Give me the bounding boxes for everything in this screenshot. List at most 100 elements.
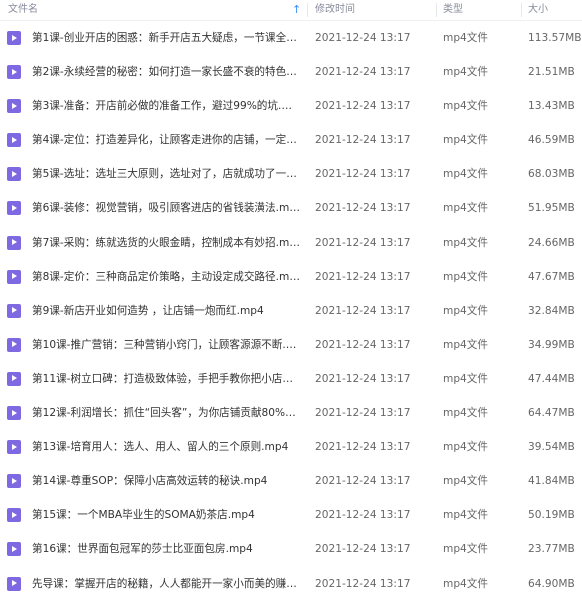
file-type: mp4文件: [443, 304, 488, 317]
column-divider[interactable]: [436, 3, 437, 17]
file-name: 第10课-推广营销：三种营销小窍门，让顾客源源不断.mp4: [32, 338, 300, 351]
file-list: 第1课-创业开店的困惑：新手开店五大疑虑，一节课全部解决.mp4 2021-12-…: [0, 21, 582, 601]
file-size: 46.59MB: [528, 134, 575, 147]
column-header-date[interactable]: 修改时间: [315, 0, 355, 20]
file-name: 第11课-树立口碑：打造极致体验，手把手教你把小店做成网红店.mp4: [32, 372, 300, 385]
file-list-header: 文件名 ↑ 修改时间 类型 大小: [0, 0, 582, 21]
file-modified-date: 2021-12-24 13:17: [315, 100, 411, 113]
file-type: mp4文件: [443, 407, 488, 420]
file-type: mp4文件: [443, 270, 488, 283]
file-name: 第14课-尊重SOP：保障小店高效运转的秘诀.mp4: [32, 475, 268, 488]
video-file-icon: [7, 508, 21, 523]
file-name: 第6课-装修：视觉营销，吸引顾客进店的省钱装潢法.mp4: [32, 202, 300, 215]
file-size: 64.47MB: [528, 407, 575, 420]
file-name: 先导课：掌握开店的秘籍，人人都能开一家小而美的赚钱小店.mp4: [32, 577, 300, 590]
file-row[interactable]: 第4课-定位：打造差异化，让顾客走进你的店铺，一定要知道.mp4 2021-12-…: [0, 123, 582, 157]
file-type: mp4文件: [443, 100, 488, 113]
file-type: mp4文件: [443, 475, 488, 488]
file-size: 24.66MB: [528, 236, 575, 249]
video-file-icon: [7, 337, 21, 352]
file-type: mp4文件: [443, 509, 488, 522]
file-row[interactable]: 第7课-采购：练就选货的火眼金睛，控制成本有妙招.mp4 2021-12-24 1…: [0, 226, 582, 260]
file-row[interactable]: 第6课-装修：视觉营销，吸引顾客进店的省钱装潢法.mp4 2021-12-24 1…: [0, 191, 582, 225]
file-row[interactable]: 第11课-树立口碑：打造极致体验，手把手教你把小店做成网红店.mp4 2021-1…: [0, 362, 582, 396]
file-size: 41.84MB: [528, 475, 575, 488]
file-row[interactable]: 第9课-新店开业如何造势 ，让店铺一炮而红.mp4 2021-12-24 13:1…: [0, 294, 582, 328]
file-modified-date: 2021-12-24 13:17: [315, 270, 411, 283]
video-file-icon: [7, 65, 21, 80]
file-row[interactable]: 第15课：一个MBA毕业生的SOMA奶茶店.mp4 2021-12-24 13:1…: [0, 498, 582, 532]
file-size: 51.95MB: [528, 202, 575, 215]
file-modified-date: 2021-12-24 13:17: [315, 372, 411, 385]
file-size: 113.57MB: [528, 32, 582, 44]
file-row[interactable]: 第8课-定价：三种商品定价策略，主动设定成交路径.mp4 2021-12-24 1…: [0, 260, 582, 294]
video-file-icon: [7, 371, 21, 386]
file-type: mp4文件: [443, 134, 488, 147]
file-size: 13.43MB: [528, 100, 575, 113]
file-modified-date: 2021-12-24 13:17: [315, 202, 411, 215]
column-divider[interactable]: [307, 3, 308, 17]
file-type: mp4文件: [443, 168, 488, 181]
file-name: 第3课-准备：开店前必做的准备工作，避过99%的坑.mp4: [32, 100, 300, 113]
file-modified-date: 2021-12-24 13:17: [315, 304, 411, 317]
file-modified-date: 2021-12-24 13:17: [315, 407, 411, 420]
sort-ascending-arrow-icon[interactable]: ↑: [292, 0, 301, 20]
column-divider[interactable]: [521, 3, 522, 17]
file-name: 第1课-创业开店的困惑：新手开店五大疑虑，一节课全部解决.mp4: [32, 32, 300, 44]
file-size: 21.51MB: [528, 66, 575, 79]
video-file-icon: [7, 303, 21, 318]
file-row[interactable]: 第16课：世界面包冠军的莎士比亚面包房.mp4 2021-12-24 13:17 m…: [0, 532, 582, 566]
video-file-icon: [7, 167, 21, 182]
file-size: 32.84MB: [528, 304, 575, 317]
video-file-icon: [7, 269, 21, 284]
file-modified-date: 2021-12-24 13:17: [315, 168, 411, 181]
file-row[interactable]: 第12课-利润增长：抓住“回头客”，为你店铺贡献80%的利润.mp4 2021-1…: [0, 396, 582, 430]
file-name: 第12课-利润增长：抓住“回头客”，为你店铺贡献80%的利润.mp4: [32, 407, 300, 420]
file-modified-date: 2021-12-24 13:17: [315, 32, 411, 44]
file-type: mp4文件: [443, 202, 488, 215]
file-row[interactable]: 第3课-准备：开店前必做的准备工作，避过99%的坑.mp4 2021-12-24 …: [0, 89, 582, 123]
video-file-icon: [7, 542, 21, 557]
video-file-icon: [7, 99, 21, 114]
file-modified-date: 2021-12-24 13:17: [315, 338, 411, 351]
column-header-size[interactable]: 大小: [528, 0, 548, 20]
file-type: mp4文件: [443, 372, 488, 385]
video-file-icon: [7, 440, 21, 455]
file-row[interactable]: 第10课-推广营销：三种营销小窍门，让顾客源源不断.mp4 2021-12-24 …: [0, 328, 582, 362]
file-type: mp4文件: [443, 236, 488, 249]
file-type: mp4文件: [443, 32, 488, 44]
file-row[interactable]: 第2课-永续经营的秘密：如何打造一家长盛不衰的特色小店.mp4 2021-12-2…: [0, 55, 582, 89]
file-name: 第13课-培育用人：选人、用人、留人的三个原则.mp4: [32, 441, 289, 454]
file-size: 47.44MB: [528, 372, 575, 385]
file-type: mp4文件: [443, 441, 488, 454]
file-modified-date: 2021-12-24 13:17: [315, 134, 411, 147]
file-name: 第16课：世界面包冠军的莎士比亚面包房.mp4: [32, 543, 253, 556]
file-name: 第7课-采购：练就选货的火眼金睛，控制成本有妙招.mp4: [32, 236, 300, 249]
file-modified-date: 2021-12-24 13:17: [315, 441, 411, 454]
file-row[interactable]: 先导课：掌握开店的秘籍，人人都能开一家小而美的赚钱小店.mp4 2021-12-2…: [0, 567, 582, 601]
column-header-name[interactable]: 文件名: [8, 0, 38, 20]
file-size: 34.99MB: [528, 338, 575, 351]
file-modified-date: 2021-12-24 13:17: [315, 509, 411, 522]
column-header-type[interactable]: 类型: [443, 0, 463, 20]
file-size: 23.77MB: [528, 543, 575, 556]
file-row[interactable]: 第1课-创业开店的困惑：新手开店五大疑虑，一节课全部解决.mp4 2021-12-…: [0, 21, 582, 55]
video-file-icon: [7, 201, 21, 216]
file-name: 第5课-选址：选址三大原则，选址对了，店就成功了一半.mp4: [32, 168, 300, 181]
file-size: 50.19MB: [528, 509, 575, 522]
file-name: 第2课-永续经营的秘密：如何打造一家长盛不衰的特色小店.mp4: [32, 66, 300, 79]
file-modified-date: 2021-12-24 13:17: [315, 236, 411, 249]
file-type: mp4文件: [443, 577, 488, 590]
video-file-icon: [7, 31, 21, 45]
video-file-icon: [7, 235, 21, 250]
file-size: 64.90MB: [528, 577, 575, 590]
file-modified-date: 2021-12-24 13:17: [315, 577, 411, 590]
file-type: mp4文件: [443, 338, 488, 351]
video-file-icon: [7, 576, 21, 591]
file-modified-date: 2021-12-24 13:17: [315, 543, 411, 556]
file-row[interactable]: 第5课-选址：选址三大原则，选址对了，店就成功了一半.mp4 2021-12-24…: [0, 157, 582, 191]
file-name: 第9课-新店开业如何造势 ，让店铺一炮而红.mp4: [32, 304, 264, 317]
file-row[interactable]: 第14课-尊重SOP：保障小店高效运转的秘诀.mp4 2021-12-24 13:…: [0, 464, 582, 498]
file-row[interactable]: 第13课-培育用人：选人、用人、留人的三个原则.mp4 2021-12-24 13…: [0, 430, 582, 464]
file-size: 68.03MB: [528, 168, 575, 181]
